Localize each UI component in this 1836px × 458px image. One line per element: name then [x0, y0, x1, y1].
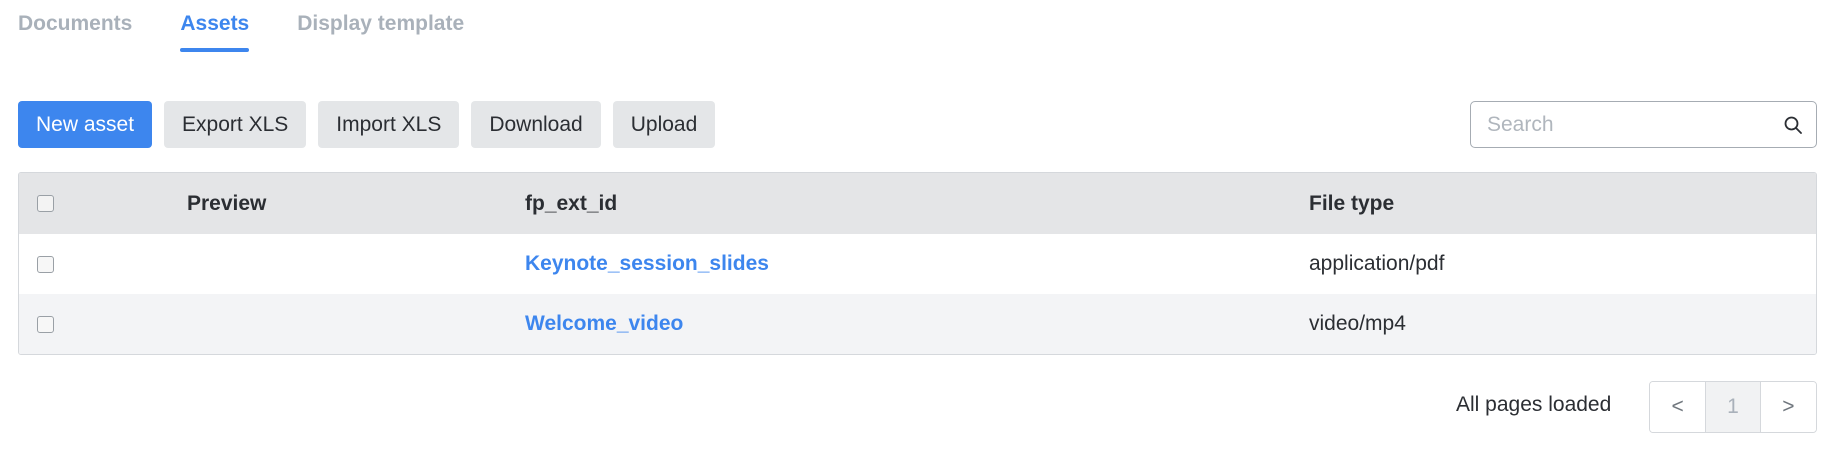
- search-icon[interactable]: [1783, 115, 1803, 135]
- table-row[interactable]: Keynote_session_slides application/pdf: [19, 234, 1816, 294]
- column-header-preview[interactable]: Preview: [187, 173, 266, 234]
- new-asset-button[interactable]: New asset: [18, 101, 153, 148]
- tab-bar: Documents Assets Display template: [18, 0, 512, 54]
- assets-table: Preview fp_ext_id File type Keynote_sess…: [18, 172, 1817, 355]
- asset-link[interactable]: Keynote_session_slides: [525, 252, 769, 276]
- assets-page: Documents Assets Display template New as…: [0, 0, 1836, 458]
- current-page[interactable]: 1: [1705, 382, 1761, 432]
- download-button[interactable]: Download: [471, 101, 601, 148]
- prev-page-button[interactable]: <: [1650, 382, 1706, 432]
- column-header-file-type[interactable]: File type: [1309, 173, 1394, 234]
- tab-assets[interactable]: Assets: [180, 0, 249, 52]
- row-checkbox[interactable]: [37, 315, 54, 333]
- pagination-status: All pages loaded: [1456, 393, 1612, 416]
- column-header-ext-id[interactable]: fp_ext_id: [525, 173, 617, 234]
- select-all-checkbox[interactable]: [37, 195, 54, 212]
- file-type-cell: video/mp4: [1309, 312, 1406, 335]
- file-type-cell: application/pdf: [1309, 252, 1445, 275]
- asset-link[interactable]: Welcome_video: [525, 312, 683, 336]
- tab-display-template[interactable]: Display template: [297, 0, 464, 52]
- import-xls-button[interactable]: Import XLS: [318, 101, 460, 148]
- upload-button[interactable]: Upload: [612, 101, 716, 148]
- export-xls-button[interactable]: Export XLS: [164, 101, 307, 148]
- search-input[interactable]: [1487, 110, 1767, 140]
- toolbar: New asset Export XLS Import XLS Download…: [18, 101, 727, 148]
- next-page-button[interactable]: >: [1760, 382, 1816, 432]
- search-box: [1470, 101, 1817, 148]
- table-header-row: Preview fp_ext_id File type: [19, 173, 1816, 234]
- pagination: < 1 >: [1649, 381, 1817, 433]
- table-row[interactable]: Welcome_video video/mp4: [19, 294, 1816, 354]
- row-checkbox[interactable]: [37, 255, 54, 273]
- tab-documents[interactable]: Documents: [18, 0, 132, 52]
